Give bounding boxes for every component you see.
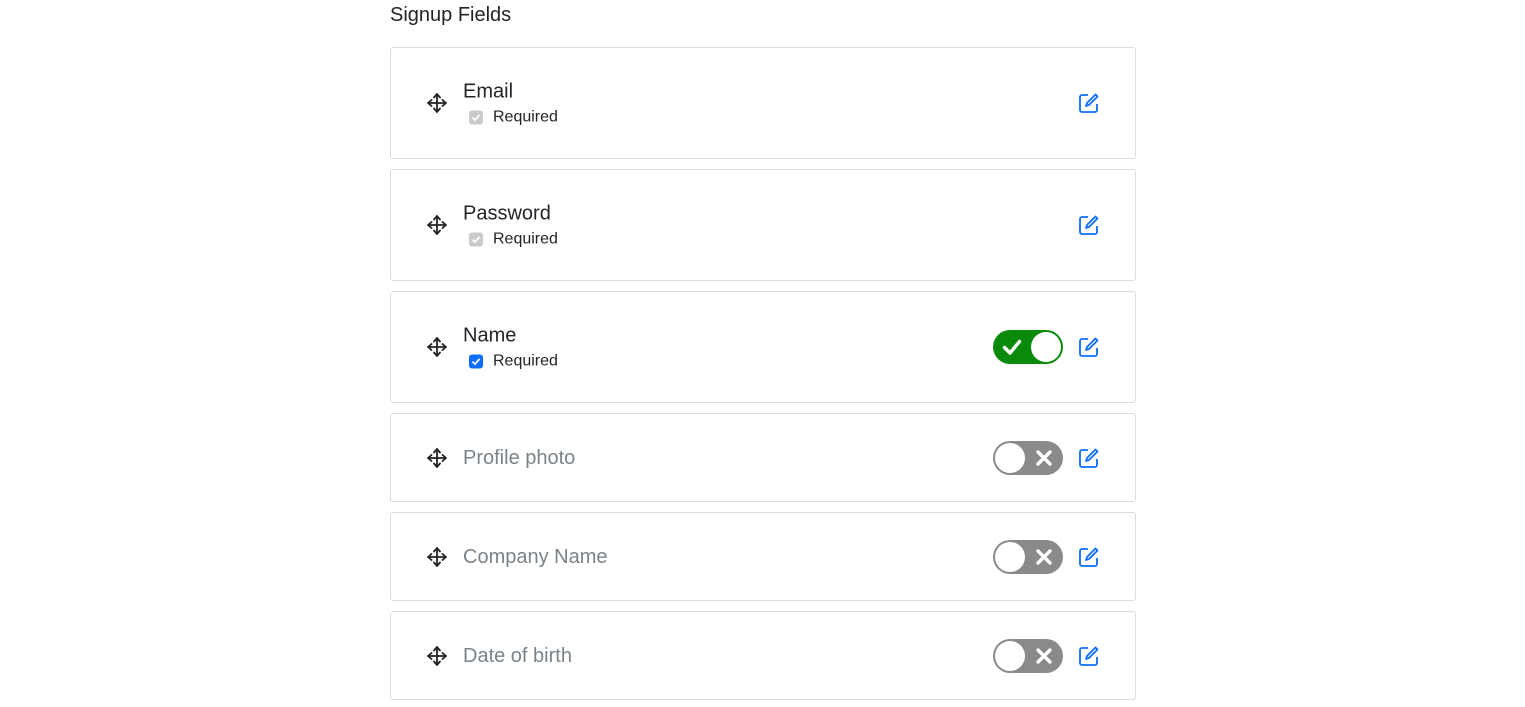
move-icon[interactable]: [427, 447, 447, 468]
toggle-knob: [995, 640, 1025, 671]
move-icon[interactable]: [427, 645, 447, 666]
required-label: Required: [493, 352, 558, 370]
enable-toggle[interactable]: [993, 440, 1063, 475]
field-body: Date of birth: [463, 644, 572, 668]
required-checkbox[interactable]: [469, 354, 483, 369]
field-name: Name: [463, 324, 517, 347]
x-icon: [1036, 548, 1052, 565]
field-card-profile-photo: Profile photo: [390, 413, 1136, 502]
field-name: Date of birth: [463, 644, 572, 667]
field-body: Password Required: [463, 202, 558, 249]
required-row: Required: [469, 353, 558, 371]
section-title: Signup Fields: [390, 4, 512, 26]
move-icon[interactable]: [427, 215, 447, 235]
required-checkbox: [469, 232, 483, 247]
field-name: Password: [463, 202, 551, 225]
field-name: Email: [463, 80, 514, 103]
x-icon: [1036, 449, 1052, 466]
field-name: Company Name: [463, 545, 608, 568]
field-name: Profile photo: [463, 446, 576, 469]
enable-toggle[interactable]: [993, 539, 1063, 574]
field-card-password: Password Required: [390, 169, 1136, 281]
check-icon: [1002, 339, 1022, 355]
edit-icon[interactable]: [1078, 447, 1100, 469]
edit-icon[interactable]: [1078, 546, 1100, 568]
x-icon: [1036, 647, 1052, 664]
move-icon[interactable]: [427, 337, 447, 357]
move-icon[interactable]: [427, 546, 447, 567]
field-card-company-name: Company Name: [390, 512, 1136, 601]
required-label: Required: [493, 230, 558, 248]
edit-icon[interactable]: [1078, 92, 1100, 114]
field-card-name: Name Required: [390, 291, 1136, 403]
field-body: Company Name: [463, 545, 608, 569]
field-card-email: Email Required: [390, 47, 1136, 159]
required-row: Required: [469, 231, 558, 249]
toggle-knob: [995, 541, 1025, 572]
required-row: Required: [469, 109, 558, 127]
enable-toggle[interactable]: [993, 638, 1063, 673]
edit-icon[interactable]: [1078, 336, 1100, 358]
move-icon[interactable]: [427, 93, 447, 113]
edit-icon[interactable]: [1078, 214, 1100, 236]
toggle-knob: [995, 442, 1025, 473]
edit-icon[interactable]: [1078, 645, 1100, 667]
toggle-knob: [1031, 332, 1061, 362]
field-body: Profile photo: [463, 446, 575, 470]
field-card-date-of-birth: Date of birth: [390, 611, 1136, 700]
field-body: Email Required: [463, 80, 558, 127]
enable-toggle[interactable]: [993, 330, 1063, 364]
required-label: Required: [493, 108, 558, 126]
required-checkbox: [469, 110, 483, 125]
field-body: Name Required: [463, 324, 558, 371]
